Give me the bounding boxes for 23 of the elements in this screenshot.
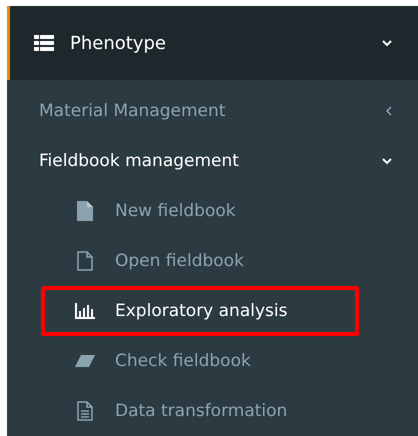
menu-header[interactable]: Phenotype	[7, 6, 418, 80]
menu-link-label: Check fieldbook	[115, 351, 251, 371]
menu-link[interactable]: New fieldbook	[41, 186, 359, 236]
menu-link-label: New fieldbook	[115, 201, 236, 221]
submenu-item[interactable]: Material Management	[7, 86, 418, 136]
caret-icon	[382, 40, 392, 46]
table-list-icon	[34, 35, 54, 51]
menu-link[interactable]: Open fieldbook	[41, 236, 359, 286]
submenu-item[interactable]: Fieldbook management	[7, 136, 418, 186]
bar-chart-icon	[75, 303, 95, 319]
file-icon	[75, 251, 95, 271]
caret-icon	[385, 106, 392, 116]
menu-title: Phenotype	[70, 32, 167, 54]
menu-link-label: Exploratory analysis	[115, 301, 288, 321]
document-icon	[75, 401, 95, 421]
file-icon	[75, 201, 95, 221]
menu-link-label: Open fieldbook	[115, 251, 244, 271]
eraser-icon	[75, 355, 95, 367]
caret-icon	[382, 158, 392, 164]
menu-link[interactable]: Data transformation	[41, 386, 359, 436]
menu-link[interactable]: Check fieldbook	[41, 336, 359, 386]
menu-link[interactable]: Exploratory analysis	[41, 286, 359, 336]
menu-link-label: Data transformation	[115, 401, 288, 421]
